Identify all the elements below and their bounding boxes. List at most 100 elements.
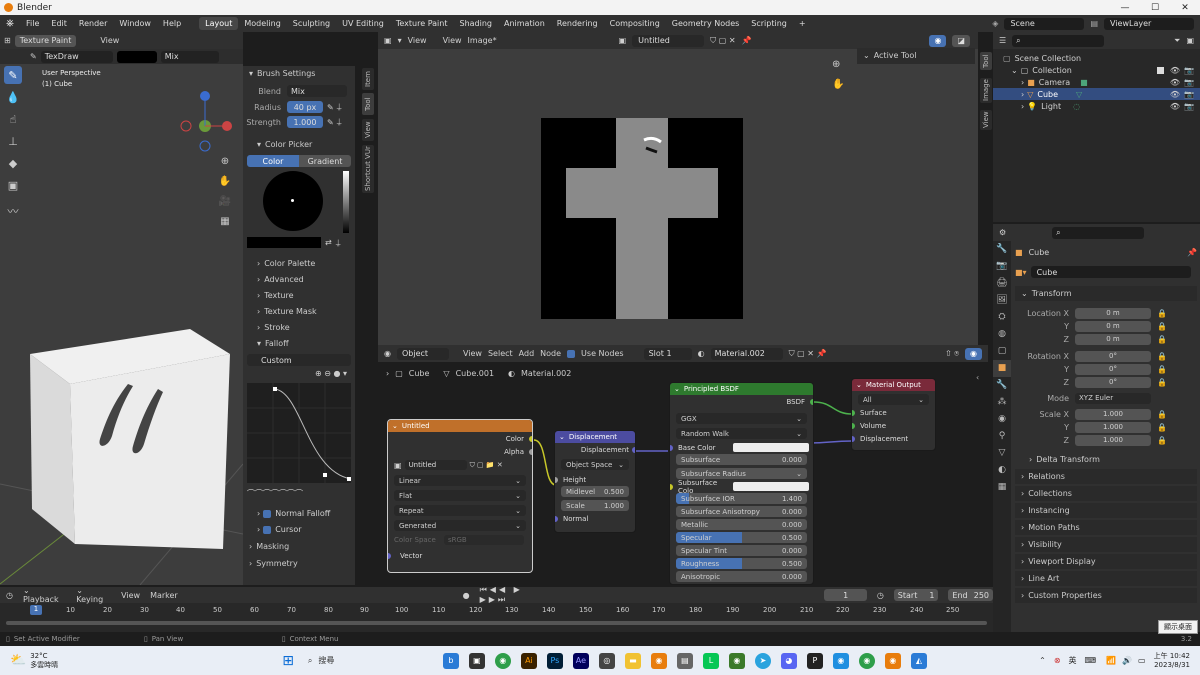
- minimize-button[interactable]: —: [1110, 3, 1140, 13]
- curve-preset-icons[interactable]: ⌒⌒⌒⌒⌒⌒⌒: [243, 488, 355, 500]
- relations-section[interactable]: › Relations: [1015, 469, 1197, 484]
- surface-input-socket[interactable]: [852, 409, 855, 416]
- sidebar-tab-tool[interactable]: Tool: [362, 93, 374, 115]
- source-dropdown[interactable]: Generated ⌄: [394, 520, 526, 531]
- viewport-3d[interactable]: ⊞ Texture Paint View ✎ TexDraw Mix ✎ 💧 ☝…: [0, 32, 243, 585]
- material-tab-icon[interactable]: ◐: [993, 462, 1011, 479]
- new-collection-icon[interactable]: ▣: [1186, 36, 1194, 45]
- tray-chevron-icon[interactable]: ⌃: [1039, 656, 1046, 665]
- collections-section[interactable]: › Collections: [1015, 486, 1197, 501]
- metallic-slider[interactable]: Metallic 0.000: [676, 519, 807, 530]
- render-tab-icon[interactable]: 📷: [993, 258, 1011, 275]
- wifi-icon[interactable]: 📶: [1106, 656, 1116, 665]
- battery-icon[interactable]: ▭: [1138, 656, 1146, 665]
- image-texture-node[interactable]: ⌄ Untitled Color Alpha ▣ Untitled ⛉ ▢ 📁 ✕…: [387, 419, 533, 573]
- volume-input-socket[interactable]: [852, 422, 855, 429]
- ime-icon[interactable]: ⌨: [1085, 656, 1097, 665]
- image-canvas[interactable]: [541, 118, 743, 319]
- image-tab-image[interactable]: Image: [980, 78, 992, 103]
- motion-paths-section[interactable]: › Motion Paths: [1015, 520, 1197, 535]
- cursor-checkbox[interactable]: [263, 525, 272, 534]
- image-name-field[interactable]: Untitled: [632, 34, 705, 47]
- weather-icon[interactable]: ⛅: [10, 653, 26, 668]
- blend-dropdown[interactable]: Mix: [287, 85, 347, 97]
- sidebar-tab-item[interactable]: Item: [362, 68, 374, 90]
- properties-search[interactable]: ⌕: [1052, 226, 1145, 239]
- properties-type-icon[interactable]: ⚙: [999, 228, 1006, 237]
- blend-mode-field[interactable]: Mix: [160, 50, 219, 63]
- tab-uv-editing[interactable]: UV Editing: [336, 17, 390, 30]
- app-icon-3[interactable]: P: [806, 652, 823, 669]
- midlevel-slider[interactable]: Midlevel 0.500: [561, 486, 629, 497]
- advanced-section[interactable]: › Advanced: [243, 272, 355, 287]
- tray-app-icon[interactable]: ⊗: [1054, 656, 1061, 665]
- outliner-search[interactable]: ⌕: [1012, 34, 1105, 47]
- sidebar-tab-shortcut[interactable]: Shortcut VUr: [362, 145, 374, 193]
- collection-camera-icon[interactable]: 📷: [1184, 66, 1194, 75]
- timeline-ruler[interactable]: 1 10 20 30 40 50 60 70 80 90 100 110 120…: [0, 603, 993, 617]
- value-slider[interactable]: [343, 171, 349, 233]
- image-editor-view-menu-icon[interactable]: ▾: [398, 36, 402, 45]
- bsdf-output-socket[interactable]: [810, 398, 813, 405]
- specular-slider[interactable]: Specular 0.500: [676, 532, 807, 543]
- overlay-toggle[interactable]: ◉: [929, 34, 947, 47]
- data-tab-icon[interactable]: ▽: [993, 445, 1011, 462]
- blender-taskbar-icon-2[interactable]: ◉: [884, 652, 901, 669]
- blender-menu-icon[interactable]: ⎈: [0, 18, 20, 29]
- color-swatch[interactable]: [116, 50, 157, 63]
- tab-shading[interactable]: Shading: [453, 17, 498, 30]
- sss-color-socket[interactable]: [670, 483, 673, 490]
- light-eye-icon[interactable]: 👁: [1170, 102, 1180, 111]
- location-x-field[interactable]: 0 m: [1075, 307, 1151, 319]
- line-icon[interactable]: L: [702, 652, 719, 669]
- collection-checkbox[interactable]: [1156, 66, 1164, 74]
- camera-eye-icon[interactable]: 👁: [1170, 78, 1180, 87]
- cube-eye-icon[interactable]: 👁: [1170, 90, 1180, 99]
- image-browse-icon[interactable]: ▣: [619, 36, 627, 45]
- active-tool-label[interactable]: Active Tool: [874, 51, 917, 60]
- sss-radius-dropdown[interactable]: Subsurface Radius ⌄: [676, 468, 807, 479]
- distribution-dropdown[interactable]: GGX ⌄: [676, 413, 807, 424]
- viewlayer-selector[interactable]: ViewLayer: [1104, 17, 1194, 30]
- image-pan-icon[interactable]: ✋: [832, 75, 844, 95]
- light-render-icon[interactable]: 📷: [1184, 102, 1194, 111]
- windows-start-icon[interactable]: ⊞: [282, 653, 294, 669]
- space-dropdown[interactable]: Object Space ⌄: [561, 459, 629, 470]
- tab-geometry-nodes[interactable]: Geometry Nodes: [666, 17, 745, 30]
- object-name-field[interactable]: Cube: [1030, 266, 1191, 278]
- pressure-icon[interactable]: ✎: [327, 103, 334, 112]
- image-menu[interactable]: Image*: [468, 36, 497, 45]
- scale-z-lock-icon[interactable]: 🔒: [1157, 436, 1167, 445]
- image-editor[interactable]: ▣ ▾ View View Image* ▣ Untitled ⛉ ▢ ✕ 📌 …: [378, 32, 978, 345]
- color-wheel[interactable]: [263, 171, 323, 231]
- camera-view-icon[interactable]: 🎥: [216, 192, 234, 212]
- scale-z-field[interactable]: 1.000: [1075, 434, 1151, 446]
- object-tab-icon[interactable]: ■: [993, 360, 1011, 377]
- end-frame-field[interactable]: End 250: [948, 589, 994, 601]
- timeline-view-menu[interactable]: View: [121, 591, 140, 600]
- gradient-tab[interactable]: Gradient: [299, 155, 351, 167]
- language-indicator[interactable]: 英: [1069, 655, 1077, 666]
- rotation-y-lock-icon[interactable]: 🔒: [1157, 365, 1167, 374]
- scale-slider[interactable]: Scale 1.000: [561, 500, 629, 511]
- scale-x-field[interactable]: 1.000: [1075, 408, 1151, 420]
- falloff-curve[interactable]: [247, 383, 352, 483]
- extension-dropdown[interactable]: Repeat ⌄: [394, 505, 526, 516]
- brush-name-field[interactable]: TexDraw: [40, 50, 113, 63]
- sss-color-swatch[interactable]: [733, 482, 809, 491]
- telegram-icon[interactable]: ➤: [754, 652, 771, 669]
- stroke-section[interactable]: › Stroke: [243, 320, 355, 335]
- image-node-actions-icons[interactable]: ⛉ ▢ 📁 ✕: [470, 461, 503, 470]
- menu-help[interactable]: Help: [157, 19, 187, 28]
- menu-render[interactable]: Render: [73, 19, 113, 28]
- camera-render-icon[interactable]: 📷: [1184, 78, 1194, 87]
- color-tab[interactable]: Color: [247, 155, 299, 167]
- timeline-type-icon[interactable]: ◷: [6, 591, 13, 600]
- outliner-item-camera[interactable]: › ■ Camera ■ 👁 📷: [993, 76, 1200, 88]
- visibility-section[interactable]: › Visibility: [1015, 537, 1197, 552]
- color-picker-header[interactable]: ▾ Color Picker: [243, 137, 355, 152]
- image-actions-icons[interactable]: ⛉ ▢ ✕: [710, 36, 735, 46]
- line-art-section[interactable]: › Line Art: [1015, 571, 1197, 586]
- base-color-socket[interactable]: [670, 444, 673, 451]
- after-effects-icon[interactable]: Ae: [572, 652, 589, 669]
